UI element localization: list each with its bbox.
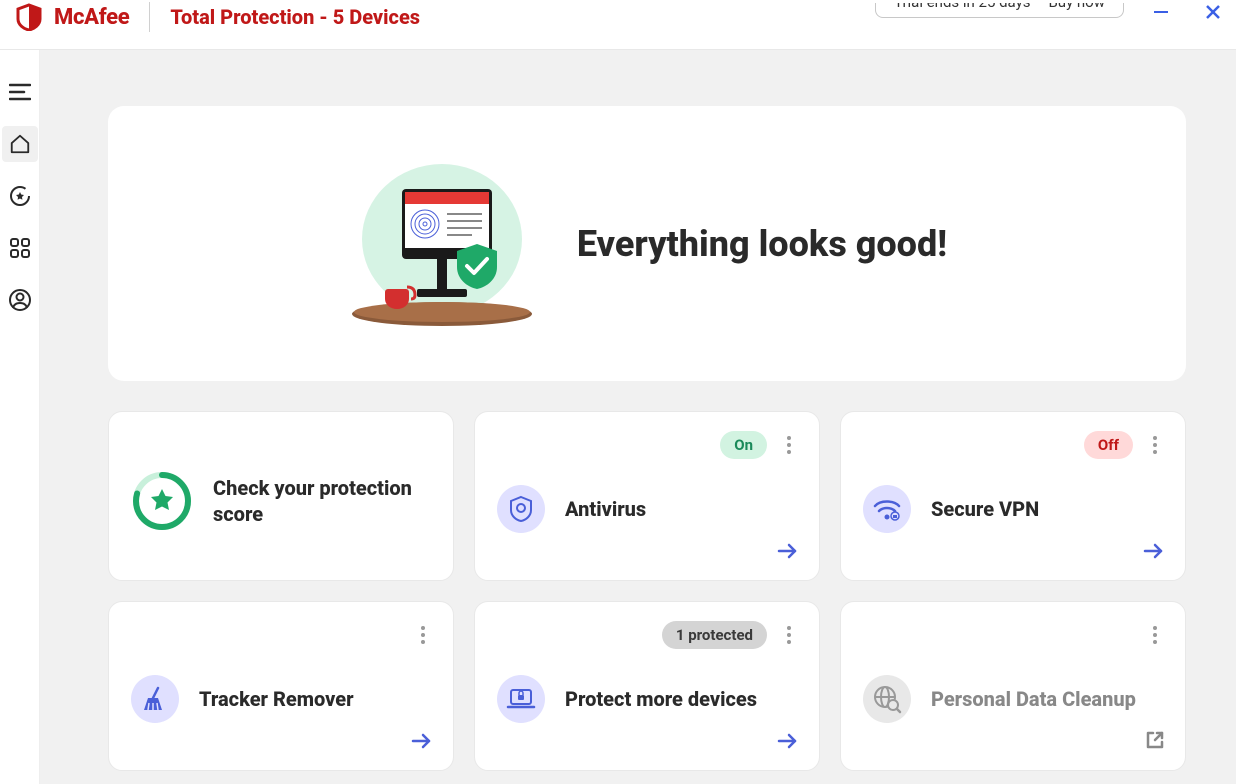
arrow-icon[interactable]	[777, 732, 799, 754]
mcafee-shield-icon	[16, 3, 42, 31]
hero-illustration	[347, 149, 537, 339]
devices-badge: 1 protected	[662, 621, 767, 649]
arrow-icon[interactable]	[777, 542, 799, 564]
broom-icon	[131, 675, 179, 723]
status-badge-on: On	[720, 431, 767, 459]
window-controls	[1152, 0, 1222, 21]
kebab-menu[interactable]	[1147, 622, 1163, 648]
kebab-menu[interactable]	[781, 432, 797, 458]
wifi-lock-icon	[863, 485, 911, 533]
hero-card: Everything looks good!	[108, 106, 1186, 381]
main-content: Everything looks good! Check your protec…	[40, 50, 1236, 784]
card-title: Tracker Remover	[199, 686, 354, 712]
kebab-menu[interactable]	[781, 622, 797, 648]
score-icon[interactable]	[8, 184, 32, 208]
card-title: Personal Data Cleanup	[931, 686, 1136, 712]
titlebar: McAfee Total Protection - 5 Devices Tria…	[0, 0, 1236, 50]
brand-name: McAfee	[54, 5, 129, 30]
status-badge-off: Off	[1084, 431, 1133, 459]
data-cleanup-card[interactable]: Personal Data Cleanup	[840, 601, 1186, 771]
home-icon[interactable]	[2, 126, 38, 162]
card-title: Protect more devices	[565, 686, 757, 712]
trial-text: Trial ends in 25 days	[894, 3, 1030, 11]
brand: McAfee Total Protection - 5 Devices	[16, 0, 420, 34]
protect-devices-card[interactable]: 1 protected Protect more devices	[474, 601, 820, 771]
arrow-icon[interactable]	[1143, 542, 1165, 564]
antivirus-card[interactable]: On Antivirus	[474, 411, 820, 581]
score-ring-icon	[131, 470, 193, 532]
vpn-card[interactable]: Off Secure VPN	[840, 411, 1186, 581]
minimize-button[interactable]	[1152, 3, 1170, 21]
globe-search-icon	[863, 675, 911, 723]
external-link-icon[interactable]	[1145, 730, 1165, 754]
product-name: Total Protection - 5 Devices	[170, 5, 420, 29]
card-title: Secure VPN	[931, 496, 1039, 522]
titlebar-right: Trial ends in 25 days Buy now	[875, 0, 1222, 21]
card-title: Antivirus	[565, 496, 646, 522]
arrow-icon[interactable]	[411, 732, 433, 754]
trial-pill[interactable]: Trial ends in 25 days Buy now	[875, 3, 1124, 18]
shield-icon	[497, 485, 545, 533]
kebab-menu[interactable]	[415, 622, 431, 648]
card-grid: Check your protection score On Antivirus	[108, 411, 1186, 771]
menu-icon[interactable]	[8, 80, 32, 104]
hero-title: Everything looks good!	[577, 223, 947, 265]
sidebar	[0, 50, 40, 784]
apps-icon[interactable]	[8, 236, 32, 260]
buy-now-link[interactable]: Buy now	[1048, 3, 1105, 11]
laptop-lock-icon	[497, 675, 545, 723]
card-title: Check your protection score	[213, 475, 431, 527]
close-button[interactable]	[1204, 3, 1222, 21]
kebab-menu[interactable]	[1147, 432, 1163, 458]
brand-separator	[149, 2, 150, 32]
protection-score-card[interactable]: Check your protection score	[108, 411, 454, 581]
account-icon[interactable]	[8, 288, 32, 312]
tracker-remover-card[interactable]: Tracker Remover	[108, 601, 454, 771]
